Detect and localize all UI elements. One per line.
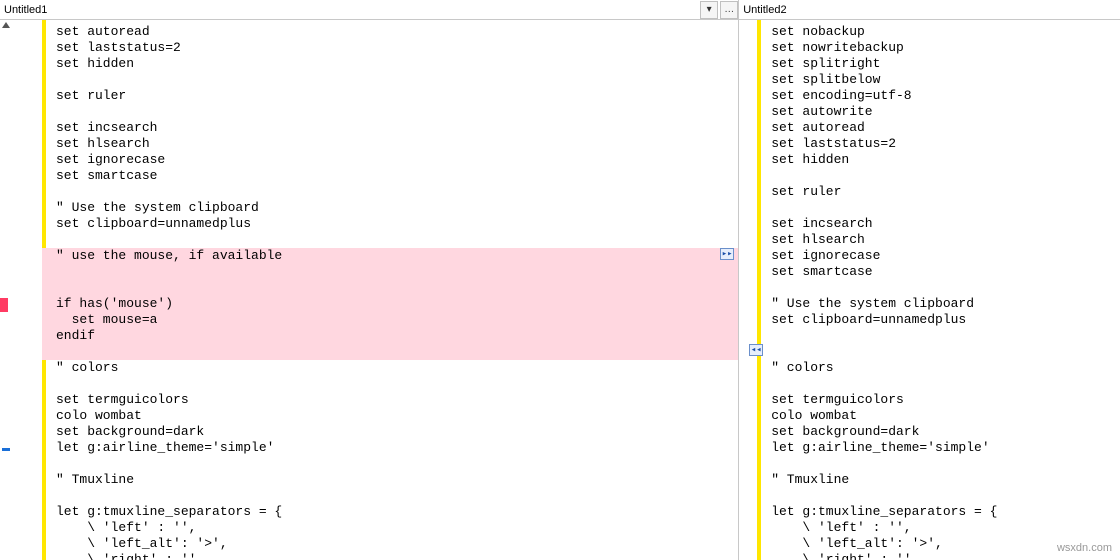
fold-up-icon[interactable]	[2, 22, 10, 28]
left-gutter	[14, 20, 42, 560]
right-code-column[interactable]: set nobackup set nowritebackup set split…	[757, 20, 1120, 560]
right-pane: Untitled2 set nobackup set nowritebackup…	[739, 0, 1120, 560]
watermark: wsxdn.com	[1057, 542, 1112, 554]
right-margin	[739, 20, 747, 560]
left-code[interactable]: set autoread set laststatus=2 set hidden…	[42, 20, 738, 560]
dropdown-icon[interactable]: ▾	[700, 1, 718, 19]
diff-jump-left-icon[interactable]: ◂◂	[749, 344, 763, 356]
left-body: set autoread set laststatus=2 set hidden…	[0, 20, 738, 560]
right-titlebar: Untitled2	[739, 0, 1120, 20]
left-titlebar: Untitled1 ▾ …	[0, 0, 738, 20]
diff-app: Untitled1 ▾ … set autoread set laststatu…	[0, 0, 1120, 560]
diff-marker-info	[2, 448, 10, 451]
left-pane: Untitled1 ▾ … set autoread set laststatu…	[0, 0, 739, 560]
diff-marker-removed	[0, 298, 8, 312]
right-body: set nobackup set nowritebackup set split…	[739, 20, 1120, 560]
more-icon[interactable]: …	[720, 1, 738, 19]
diff-jump-right-icon[interactable]: ▸▸	[720, 248, 734, 260]
right-code[interactable]: set nobackup set nowritebackup set split…	[757, 20, 1120, 560]
right-title-input[interactable]: Untitled2	[739, 1, 1120, 19]
left-margin	[0, 20, 14, 560]
right-gutter	[747, 20, 757, 560]
left-title-input[interactable]: Untitled1	[0, 1, 698, 19]
left-code-column[interactable]: set autoread set laststatus=2 set hidden…	[42, 20, 738, 560]
